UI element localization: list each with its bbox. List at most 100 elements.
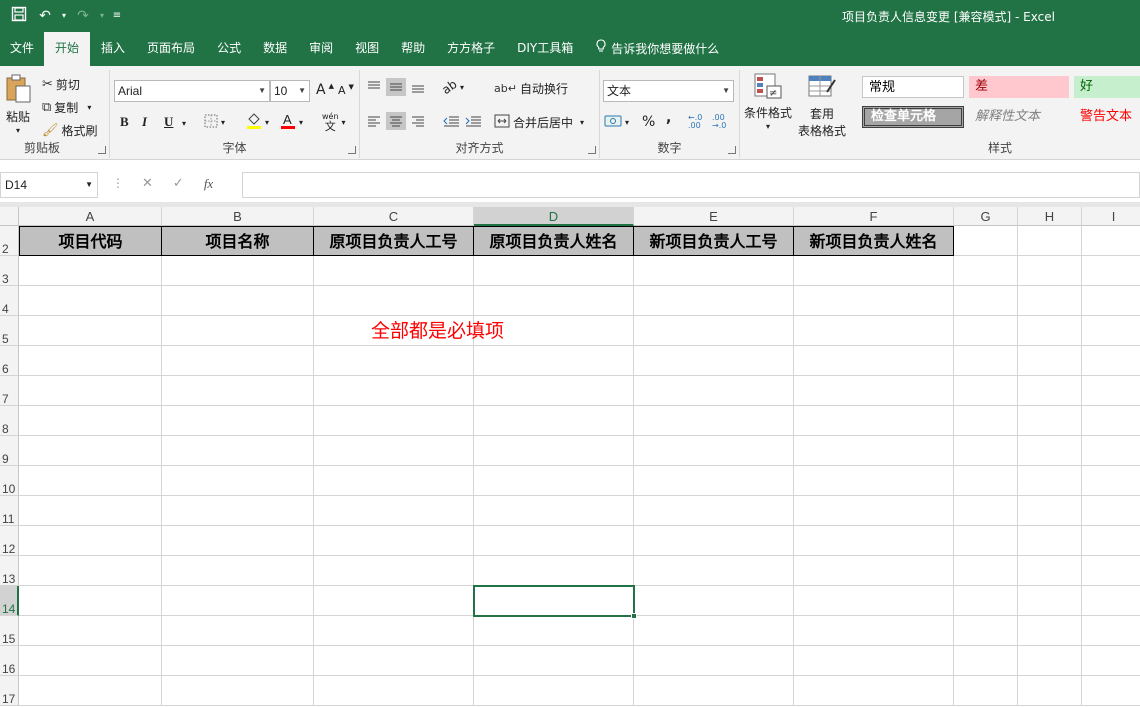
column-header-f[interactable]: F [794, 207, 954, 226]
paste-button[interactable]: 粘贴 ▾ [4, 74, 32, 135]
cell-g7[interactable] [954, 376, 1018, 406]
cell-d15[interactable] [474, 616, 634, 646]
cell-d16[interactable] [474, 646, 634, 676]
cell-c16[interactable] [314, 646, 474, 676]
cell-a7[interactable] [19, 376, 162, 406]
conditional-format-button[interactable]: ≠ 条件格式 ▾ [744, 72, 792, 131]
cell-g13[interactable] [954, 556, 1018, 586]
alignment-launcher-icon[interactable] [588, 146, 596, 154]
cell-e7[interactable] [634, 376, 794, 406]
increase-indent-button[interactable] [464, 114, 482, 128]
grow-font-button[interactable]: A ▲ [316, 82, 334, 98]
align-bottom-button[interactable] [410, 80, 426, 94]
cell-b14[interactable] [162, 586, 314, 616]
cell-g10[interactable] [954, 466, 1018, 496]
tab-review[interactable]: 审阅 [298, 32, 344, 66]
decrease-decimal-button[interactable]: .00 →.0 [712, 114, 730, 130]
header-cell-b[interactable]: 项目名称 [162, 226, 314, 256]
italic-button[interactable]: I [142, 114, 147, 130]
format-painter-button[interactable]: 🖌 格式刷 [42, 122, 98, 139]
tab-page-layout[interactable]: 页面布局 [136, 32, 206, 66]
cell-a4[interactable] [19, 286, 162, 316]
cut-button[interactable]: ✂ 剪切 [42, 76, 80, 93]
cell-i12[interactable] [1082, 526, 1140, 556]
cell-f3[interactable] [794, 256, 954, 286]
tab-insert[interactable]: 插入 [90, 32, 136, 66]
cell-h14[interactable] [1018, 586, 1082, 616]
align-center-button[interactable] [386, 112, 406, 130]
cell-d3[interactable] [474, 256, 634, 286]
row-header-4[interactable]: 4 [0, 286, 19, 316]
cell-d7[interactable] [474, 376, 634, 406]
cell-h3[interactable] [1018, 256, 1082, 286]
redo-dropdown-icon[interactable]: ▾ [98, 6, 106, 26]
align-left-button[interactable] [366, 114, 382, 128]
orientation-button[interactable]: ab ▾ [439, 77, 464, 97]
cell-d10[interactable] [474, 466, 634, 496]
tab-formulas[interactable]: 公式 [206, 32, 252, 66]
cancel-icon[interactable]: ✕ [142, 176, 153, 192]
borders-button[interactable]: ▾ [204, 114, 225, 131]
row-header-17[interactable]: 17 [0, 676, 19, 706]
cell-h15[interactable] [1018, 616, 1082, 646]
cell-i9[interactable] [1082, 436, 1140, 466]
underline-button[interactable]: U [164, 114, 173, 130]
cell-e15[interactable] [634, 616, 794, 646]
font-size-select[interactable]: 10 ▼ [270, 80, 310, 102]
cell-b5[interactable] [162, 316, 314, 346]
cell-f4[interactable] [794, 286, 954, 316]
cell-i13[interactable] [1082, 556, 1140, 586]
cell-h6[interactable] [1018, 346, 1082, 376]
row-header-13[interactable]: 13 [0, 556, 19, 586]
cell-g6[interactable] [954, 346, 1018, 376]
bold-button[interactable]: B [120, 114, 129, 130]
cell-b10[interactable] [162, 466, 314, 496]
column-header-a[interactable]: A [19, 207, 162, 226]
cell-c10[interactable] [314, 466, 474, 496]
cell-e4[interactable] [634, 286, 794, 316]
active-cell-selection[interactable] [473, 585, 635, 617]
cell-e12[interactable] [634, 526, 794, 556]
header-cell-f[interactable]: 新项目负责人姓名 [794, 226, 954, 256]
cell-f7[interactable] [794, 376, 954, 406]
cell-f13[interactable] [794, 556, 954, 586]
comma-button[interactable]: , [666, 110, 671, 126]
cell-h2[interactable] [1018, 226, 1082, 256]
cell-g11[interactable] [954, 496, 1018, 526]
fill-color-button[interactable]: ▾ [246, 112, 269, 133]
cell-f12[interactable] [794, 526, 954, 556]
cell-a16[interactable] [19, 646, 162, 676]
percent-button[interactable]: % [642, 114, 655, 130]
cell-e10[interactable] [634, 466, 794, 496]
cell-b9[interactable] [162, 436, 314, 466]
cell-h13[interactable] [1018, 556, 1082, 586]
cell-c8[interactable] [314, 406, 474, 436]
cell-i3[interactable] [1082, 256, 1140, 286]
clipboard-launcher-icon[interactable] [98, 146, 106, 154]
cell-h9[interactable] [1018, 436, 1082, 466]
row-header-7[interactable]: 7 [0, 376, 19, 406]
number-format-select[interactable]: 文本 ▼ [603, 80, 734, 102]
row-header-3[interactable]: 3 [0, 256, 19, 286]
cell-i8[interactable] [1082, 406, 1140, 436]
cell-g5[interactable] [954, 316, 1018, 346]
cell-b17[interactable] [162, 676, 314, 706]
underline-dropdown-icon[interactable]: ▾ [182, 119, 186, 128]
row-header-6[interactable]: 6 [0, 346, 19, 376]
cell-e6[interactable] [634, 346, 794, 376]
tab-help[interactable]: 帮助 [390, 32, 436, 66]
cell-b3[interactable] [162, 256, 314, 286]
style-explanatory[interactable]: 解释性文本 [969, 106, 1069, 128]
cell-g9[interactable] [954, 436, 1018, 466]
cell-h11[interactable] [1018, 496, 1082, 526]
tab-view[interactable]: 视图 [344, 32, 390, 66]
format-as-table-button[interactable]: 套用 表格格式 [798, 72, 846, 139]
worksheet-grid[interactable]: A B C D E F G H I 2 项目代码 项目名称 原项目负责人工号 原项目负责人姓名 新项目负责人… [0, 207, 1140, 707]
cell-f10[interactable] [794, 466, 954, 496]
column-header-d[interactable]: D [474, 207, 634, 226]
tab-file[interactable]: 文件 [0, 32, 44, 66]
cell-i4[interactable] [1082, 286, 1140, 316]
style-good[interactable]: 好 [1074, 76, 1140, 98]
align-right-button[interactable] [410, 114, 426, 128]
cell-b11[interactable] [162, 496, 314, 526]
